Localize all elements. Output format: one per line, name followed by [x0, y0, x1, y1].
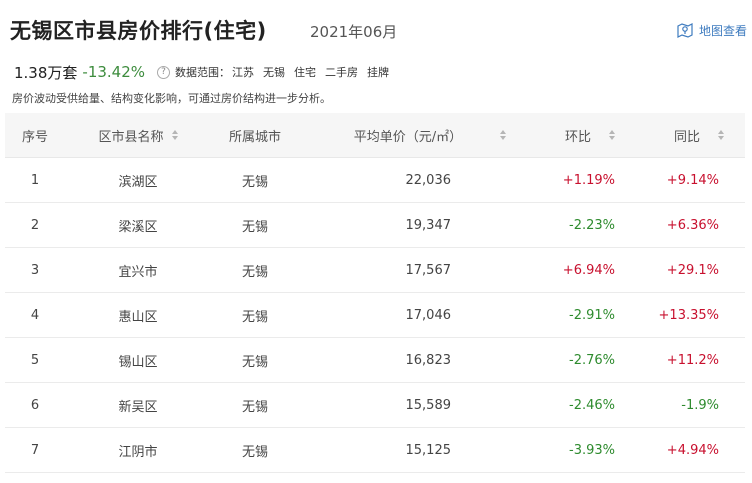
rank-cell: 7 — [30, 442, 40, 458]
column-header-no: 序号 — [21, 129, 48, 145]
scope-item-property-type: 住宅 — [294, 66, 317, 79]
scope-item-price-type: 挂牌 — [367, 66, 390, 79]
district-name-cell: 梁溪区 — [118, 219, 158, 235]
column-header-name[interactable]: 区市县名称 — [83, 113, 193, 157]
scope-item-market: 二手房 — [325, 66, 359, 79]
rank-cell: 2 — [30, 217, 40, 233]
avg-price-cell: 15,589 — [405, 397, 452, 413]
rank-cell: 4 — [30, 307, 40, 323]
column-header-city: 所属城市 — [228, 129, 281, 145]
sort-arrows-icon[interactable] — [718, 130, 724, 140]
scope-item-city: 无锡 — [263, 66, 286, 79]
district-name-cell: 惠山区 — [118, 309, 158, 325]
scope-label: 数据范围： — [175, 66, 231, 79]
avg-price-cell: 17,567 — [405, 262, 452, 278]
city-cell: 无锡 — [241, 309, 268, 325]
column-header-price[interactable]: 平均单价（元/㎡） — [335, 113, 525, 157]
district-name-cell: 新吴区 — [118, 399, 158, 415]
column-header-yoy[interactable]: 同比 — [653, 113, 745, 157]
page-title: 无锡区市县房价排行(住宅) — [10, 19, 267, 43]
table-header: 序号 区市县名称 所属城市 平均单价（元/㎡） 环比 同比 — [5, 113, 745, 158]
district-name-cell: 宜兴市 — [118, 264, 158, 280]
city-cell: 无锡 — [241, 354, 268, 370]
summary-bar: 1.38万套 -13.42% ? 数据范围： 江苏 无锡 住宅 二手房 挂牌 — [14, 61, 389, 83]
yoy-change-cell: +13.35% — [658, 307, 719, 323]
scope-item-province: 江苏 — [232, 66, 255, 79]
city-cell: 无锡 — [241, 219, 268, 235]
district-name-cell: 锡山区 — [118, 354, 158, 370]
avg-price-cell: 19,347 — [405, 217, 452, 233]
yoy-change-cell: -1.9% — [681, 397, 719, 413]
rank-cell: 1 — [30, 172, 40, 188]
table-row[interactable]: 4 惠山区 无锡 17,046 -2.91% +13.35% — [5, 293, 745, 338]
map-view-link[interactable]: 地图查看 — [676, 21, 747, 39]
city-cell: 无锡 — [241, 174, 268, 190]
city-cell: 无锡 — [241, 444, 268, 460]
column-header-mom[interactable]: 环比 — [545, 113, 635, 157]
table-row[interactable]: 6 新吴区 无锡 15,589 -2.46% -1.9% — [5, 383, 745, 428]
mom-change-cell: -2.23% — [569, 217, 615, 233]
city-cell: 无锡 — [241, 399, 268, 415]
listing-change: -13.42% — [82, 63, 146, 81]
rank-cell: 3 — [30, 262, 40, 278]
mom-change-cell: -2.46% — [569, 397, 615, 413]
avg-price-cell: 17,046 — [405, 307, 452, 323]
rank-cell: 6 — [30, 397, 40, 413]
sort-arrows-icon[interactable] — [609, 130, 615, 140]
avg-price-cell: 16,823 — [405, 352, 452, 368]
listing-count: 1.38万套 — [14, 63, 78, 82]
period-label: 2021年06月 — [310, 23, 398, 41]
avg-price-cell: 22,036 — [405, 172, 452, 188]
map-view-label: 地图查看 — [698, 23, 747, 38]
mom-change-cell: -3.93% — [569, 442, 615, 458]
table-row[interactable]: 7 江阴市 无锡 15,125 -3.93% +4.94% — [5, 428, 745, 473]
table-row[interactable]: 3 宜兴市 无锡 17,567 +6.94% +29.1% — [5, 248, 745, 293]
district-name-cell: 滨湖区 — [118, 174, 158, 190]
mom-change-cell: +1.19% — [562, 172, 615, 188]
yoy-change-cell: +4.94% — [666, 442, 719, 458]
yoy-change-cell: +6.36% — [666, 217, 719, 233]
rank-cell: 5 — [30, 352, 40, 368]
map-location-icon — [677, 23, 693, 38]
yoy-change-cell: +29.1% — [666, 262, 719, 278]
yoy-change-cell: +11.2% — [666, 352, 719, 368]
mom-change-cell: +6.94% — [562, 262, 615, 278]
mom-change-cell: -2.91% — [569, 307, 615, 323]
yoy-change-cell: +9.14% — [666, 172, 719, 188]
sort-arrows-icon[interactable] — [171, 130, 178, 140]
table-row[interactable]: 1 滨湖区 无锡 22,036 +1.19% +9.14% — [5, 158, 745, 203]
city-cell: 无锡 — [241, 264, 268, 280]
page-header: 无锡区市县房价排行(住宅) 2021年06月 地图查看 — [10, 13, 750, 47]
price-note: 房价波动受供给量、结构变化影响，可通过房价结构进一步分析。 — [12, 92, 331, 105]
ranking-table: 序号 区市县名称 所属城市 平均单价（元/㎡） 环比 同比 1 滨湖区 无锡 22,0… — [5, 113, 745, 473]
table-row[interactable]: 2 梁溪区 无锡 19,347 -2.23% +6.36% — [5, 203, 745, 248]
table-row[interactable]: 5 锡山区 无锡 16,823 -2.76% +11.2% — [5, 338, 745, 383]
question-circle-icon[interactable]: ? — [157, 65, 171, 79]
mom-change-cell: -2.76% — [569, 352, 615, 368]
district-name-cell: 江阴市 — [118, 444, 158, 460]
sort-arrows-icon[interactable] — [500, 130, 507, 140]
avg-price-cell: 15,125 — [405, 442, 452, 458]
